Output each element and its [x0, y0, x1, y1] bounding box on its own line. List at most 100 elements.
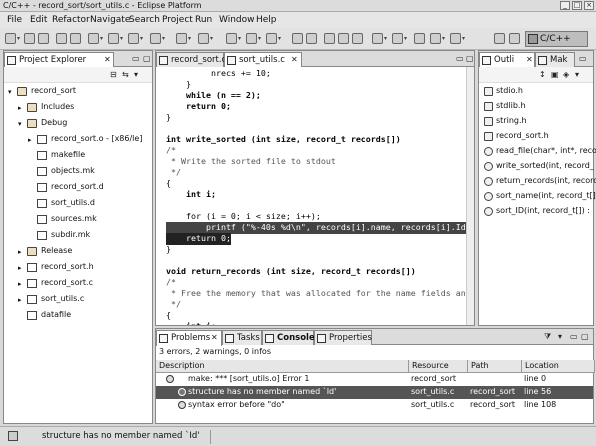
- tree-item[interactable]: ▸ record_sort.c: [4, 277, 152, 291]
- chevron-down-icon[interactable]: ▾: [120, 35, 123, 42]
- back-icon[interactable]: [430, 33, 441, 44]
- maximize-button[interactable]: □: [572, 1, 582, 10]
- tab-properties[interactable]: Properties: [314, 330, 372, 345]
- outline-item[interactable]: stdio.h: [479, 85, 593, 98]
- chevron-icon[interactable]: ▸: [18, 104, 22, 112]
- new-class-icon[interactable]: [108, 33, 119, 44]
- tab-sort-utils-c[interactable]: sort_utils.c ✕: [224, 52, 302, 68]
- show-whitespace-icon[interactable]: [352, 33, 363, 44]
- menu-search[interactable]: Search: [129, 15, 160, 25]
- chevron-icon[interactable]: ▸: [18, 296, 22, 304]
- outline-item[interactable]: write_sorted(int, record_: [479, 160, 594, 173]
- menu-edit[interactable]: Edit: [30, 15, 47, 25]
- open-perspective-icon[interactable]: [494, 33, 505, 44]
- save-icon[interactable]: [24, 33, 35, 44]
- fast-view-icon[interactable]: [8, 431, 18, 441]
- run-icon[interactable]: [246, 33, 257, 44]
- debug-icon[interactable]: [226, 33, 237, 44]
- tree-item[interactable]: objects.mk: [4, 165, 152, 179]
- chevron-icon[interactable]: ▾: [18, 120, 22, 128]
- outline-item[interactable]: record_sort.h: [479, 130, 593, 143]
- col-path[interactable]: Path: [468, 360, 522, 373]
- build-all-icon[interactable]: [70, 33, 81, 44]
- maximize-view-icon[interactable]: ▢: [581, 332, 589, 341]
- perspective-list-icon[interactable]: [509, 33, 520, 44]
- table-row[interactable]: syntax error before "do" sort_utils.c reco…: [156, 399, 593, 412]
- minimize-view-icon[interactable]: ▭: [579, 54, 587, 63]
- tree-item[interactable]: ▸ record_sort.h: [4, 261, 152, 275]
- chevron-down-icon[interactable]: ▾: [278, 35, 281, 42]
- tab-record-sort-c[interactable]: record_sort.c: [156, 52, 226, 67]
- edit-icon[interactable]: [338, 33, 349, 44]
- tree-item[interactable]: ▸ Includes: [4, 101, 152, 115]
- chevron-icon[interactable]: ▾: [8, 88, 12, 96]
- code-area[interactable]: nrecs += 10; } while (n == 2); return 0;…: [156, 67, 474, 325]
- chevron-down-icon[interactable]: ▾: [442, 35, 445, 42]
- hide-fields-icon[interactable]: ▣: [551, 70, 559, 79]
- view-menu-icon[interactable]: ▾: [134, 70, 138, 79]
- tree-item[interactable]: record_sort.d: [4, 181, 152, 195]
- search-file-icon[interactable]: [198, 33, 209, 44]
- maximize-view-icon[interactable]: ▢: [466, 54, 474, 63]
- outline-item[interactable]: stdlib.h: [479, 100, 593, 113]
- tab-problems[interactable]: Problems ✕: [156, 330, 222, 346]
- chevron-icon[interactable]: ▸: [18, 248, 22, 256]
- chevron-down-icon[interactable]: ▾: [384, 35, 387, 42]
- chevron-down-icon[interactable]: ▾: [162, 35, 165, 42]
- tree-item[interactable]: datafile: [4, 309, 152, 323]
- close-button[interactable]: ×: [584, 1, 594, 10]
- close-icon[interactable]: ✕: [211, 331, 218, 345]
- tree-item[interactable]: ▸ Release: [4, 245, 152, 259]
- outline-item[interactable]: read_file(char*, int*, reco: [479, 145, 596, 158]
- tree-item[interactable]: makefile: [4, 149, 152, 163]
- chevron-down-icon[interactable]: ▾: [258, 35, 261, 42]
- sort-icon[interactable]: ↕: [539, 70, 546, 79]
- toggle-mark-icon[interactable]: [324, 33, 335, 44]
- tab-outline[interactable]: Outli ✕: [479, 52, 535, 68]
- open-element-icon[interactable]: [306, 33, 317, 44]
- table-row[interactable]: structure has no member named `Id' sort_u…: [156, 386, 593, 399]
- chevron-down-icon[interactable]: ▾: [462, 35, 465, 42]
- tree-item[interactable]: ▸ record_sort.o - [x86/le]: [4, 133, 152, 147]
- chevron-icon[interactable]: ▸: [18, 264, 22, 272]
- chevron-icon[interactable]: ▸: [28, 136, 32, 144]
- search-icon[interactable]: [150, 33, 161, 44]
- menu-run[interactable]: Run: [195, 15, 212, 25]
- chevron-icon[interactable]: ▸: [18, 280, 22, 288]
- new-project-icon[interactable]: [88, 33, 99, 44]
- col-description[interactable]: Description: [156, 360, 409, 373]
- chevron-down-icon[interactable]: ▾: [188, 35, 191, 42]
- editor-scrollbar[interactable]: [466, 67, 474, 325]
- close-icon[interactable]: ✕: [104, 53, 111, 67]
- tab-console[interactable]: Console: [262, 330, 315, 345]
- external-tools-icon[interactable]: [266, 33, 277, 44]
- tab-project-explorer[interactable]: Project Explorer ✕: [4, 52, 114, 68]
- hide-static-icon[interactable]: ◈: [563, 70, 569, 79]
- link-editor-icon[interactable]: ⇆: [122, 70, 129, 79]
- view-menu-icon[interactable]: ▾: [575, 70, 579, 79]
- collapse-all-icon[interactable]: ⊟: [110, 70, 117, 79]
- menu-navigate[interactable]: Navigate: [90, 15, 130, 25]
- new-folder-icon[interactable]: [128, 33, 139, 44]
- menu-project[interactable]: Project: [162, 15, 193, 25]
- forward-icon[interactable]: [450, 33, 461, 44]
- tab-make-targets[interactable]: Mak: [535, 52, 575, 67]
- outline-item[interactable]: sort_name(int, record_t[]: [479, 190, 596, 203]
- filter-icon[interactable]: ⧩: [544, 332, 551, 342]
- open-type-icon[interactable]: [292, 33, 303, 44]
- tree-item[interactable]: ▾ Debug: [4, 117, 152, 131]
- tree-item[interactable]: sources.mk: [4, 213, 152, 227]
- build-icon[interactable]: [56, 33, 67, 44]
- chevron-down-icon[interactable]: ▾: [17, 35, 20, 42]
- view-menu-icon[interactable]: ▾: [558, 332, 562, 341]
- minimize-view-icon[interactable]: ▭: [132, 54, 140, 63]
- save-all-icon[interactable]: [38, 33, 49, 44]
- chevron-down-icon[interactable]: ▾: [210, 35, 213, 42]
- tree-item[interactable]: sort_utils.d: [4, 197, 152, 211]
- menu-file[interactable]: File: [7, 15, 22, 25]
- tools-icon[interactable]: [176, 33, 187, 44]
- new-icon[interactable]: [5, 33, 16, 44]
- tree-item[interactable]: ▾ record_sort: [4, 85, 152, 99]
- col-location[interactable]: Location: [522, 360, 595, 373]
- menu-refactor[interactable]: Refactor: [52, 15, 90, 25]
